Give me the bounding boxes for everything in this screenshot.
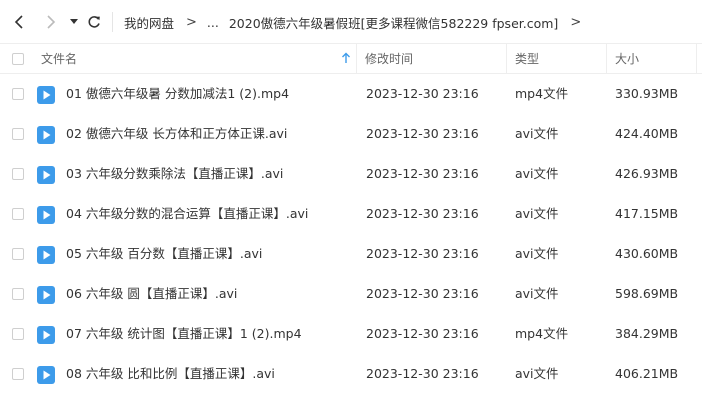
breadcrumb: 我的网盘 > ... 2020傲德六年级暑假班[更多课程微信582229 fps… xyxy=(124,0,591,44)
breadcrumb-current[interactable]: 2020傲德六年级暑假班[更多课程微信582229 fpser.com] xyxy=(229,13,558,32)
row-checkbox[interactable] xyxy=(12,208,24,220)
file-name[interactable]: 04 六年级分数的混合运算【直播正课】.avi xyxy=(66,194,308,234)
chevron-right-icon xyxy=(47,15,56,29)
file-modified-time: 2023-12-30 23:16 xyxy=(366,126,479,141)
file-row[interactable]: 08 六年级 比和比例【直播正课】.avi 2023-12-30 23:16 avi… xyxy=(0,354,702,394)
breadcrumb-root[interactable]: 我的网盘 xyxy=(124,13,174,32)
file-type: avi文件 xyxy=(515,366,559,381)
row-checkbox[interactable] xyxy=(12,168,24,180)
column-modified-header[interactable]: 修改时间 xyxy=(365,44,413,74)
file-modified-time: 2023-12-30 23:16 xyxy=(366,206,479,221)
toolbar: 我的网盘 > ... 2020傲德六年级暑假班[更多课程微信582229 fps… xyxy=(0,0,702,44)
video-file-icon xyxy=(37,206,55,224)
file-type: avi文件 xyxy=(515,286,559,301)
file-size: 598.69MB xyxy=(615,286,679,301)
back-button[interactable] xyxy=(6,0,32,44)
column-name-header[interactable]: 文件名 xyxy=(41,44,77,74)
column-divider xyxy=(506,44,507,74)
video-file-icon xyxy=(37,326,55,344)
column-type-header[interactable]: 类型 xyxy=(515,44,539,74)
file-name[interactable]: 06 六年级 圆【直播正课】.avi xyxy=(66,274,237,314)
file-modified-time: 2023-12-30 23:16 xyxy=(366,366,479,381)
file-name[interactable]: 07 六年级 统计图【直播正课】1 (2).mp4 xyxy=(66,314,302,354)
file-type: avi文件 xyxy=(515,126,559,141)
row-checkbox[interactable] xyxy=(12,288,24,300)
select-all-checkbox[interactable] xyxy=(12,53,24,65)
file-size: 430.60MB xyxy=(615,246,679,261)
file-size: 424.40MB xyxy=(615,126,679,141)
caret-down-icon xyxy=(70,19,78,24)
file-type: mp4文件 xyxy=(515,326,569,341)
file-modified-time: 2023-12-30 23:16 xyxy=(366,286,479,301)
breadcrumb-ellipsis[interactable]: ... xyxy=(207,15,219,30)
file-type: avi文件 xyxy=(515,246,559,261)
file-modified-time: 2023-12-30 23:16 xyxy=(366,86,479,101)
forward-button[interactable] xyxy=(38,0,64,44)
sort-ascending-icon[interactable] xyxy=(341,52,351,64)
file-row[interactable]: 07 六年级 统计图【直播正课】1 (2).mp4 2023-12-30 23:1… xyxy=(0,314,702,354)
file-type: avi文件 xyxy=(515,166,559,181)
history-dropdown-button[interactable] xyxy=(66,0,82,44)
column-size-header[interactable]: 大小 xyxy=(615,44,639,74)
file-row[interactable]: 03 六年级分数乘除法【直播正课】.avi 2023-12-30 23:16 avi… xyxy=(0,154,702,194)
column-header: 文件名 修改时间 类型 大小 xyxy=(0,44,702,74)
chevron-left-icon xyxy=(14,15,23,29)
file-type: mp4文件 xyxy=(515,86,569,101)
file-modified-time: 2023-12-30 23:16 xyxy=(366,246,479,261)
column-divider xyxy=(356,44,357,74)
video-file-icon xyxy=(37,86,55,104)
file-size: 384.29MB xyxy=(615,326,679,341)
file-size: 426.93MB xyxy=(615,166,679,181)
file-name[interactable]: 05 六年级 百分数【直播正课】.avi xyxy=(66,234,262,274)
row-checkbox[interactable] xyxy=(12,368,24,380)
file-row[interactable]: 02 傲德六年级 长方体和正方体正课.avi 2023-12-30 23:16 av… xyxy=(0,114,702,154)
video-file-icon xyxy=(37,246,55,264)
video-file-icon xyxy=(37,286,55,304)
file-row[interactable]: 01 傲德六年级暑 分数加减法1 (2).mp4 2023-12-30 23:16… xyxy=(0,74,702,114)
row-checkbox[interactable] xyxy=(12,248,24,260)
column-divider xyxy=(606,44,607,74)
file-name[interactable]: 03 六年级分数乘除法【直播正课】.avi xyxy=(66,154,283,194)
refresh-button[interactable] xyxy=(84,0,104,44)
refresh-icon xyxy=(88,16,100,28)
file-name[interactable]: 02 傲德六年级 长方体和正方体正课.avi xyxy=(66,114,287,154)
breadcrumb-separator: > xyxy=(186,14,197,30)
file-name[interactable]: 01 傲德六年级暑 分数加减法1 (2).mp4 xyxy=(66,74,289,114)
toolbar-divider xyxy=(112,12,113,32)
row-checkbox[interactable] xyxy=(12,128,24,140)
file-size: 330.93MB xyxy=(615,86,679,101)
file-row[interactable]: 06 六年级 圆【直播正课】.avi 2023-12-30 23:16 avi文件 5… xyxy=(0,274,702,314)
file-name[interactable]: 08 六年级 比和比例【直播正课】.avi xyxy=(66,354,275,394)
column-divider xyxy=(696,44,697,74)
file-size: 406.21MB xyxy=(615,366,679,381)
file-modified-time: 2023-12-30 23:16 xyxy=(366,166,479,181)
video-file-icon xyxy=(37,126,55,144)
row-checkbox[interactable] xyxy=(12,328,24,340)
file-type: avi文件 xyxy=(515,206,559,221)
video-file-icon xyxy=(37,366,55,384)
file-row[interactable]: 04 六年级分数的混合运算【直播正课】.avi 2023-12-30 23:16 a… xyxy=(0,194,702,234)
file-row[interactable]: 05 六年级 百分数【直播正课】.avi 2023-12-30 23:16 avi文… xyxy=(0,234,702,274)
file-modified-time: 2023-12-30 23:16 xyxy=(366,326,479,341)
row-checkbox[interactable] xyxy=(12,88,24,100)
video-file-icon xyxy=(37,166,55,184)
file-size: 417.15MB xyxy=(615,206,679,221)
breadcrumb-separator: > xyxy=(570,14,582,30)
